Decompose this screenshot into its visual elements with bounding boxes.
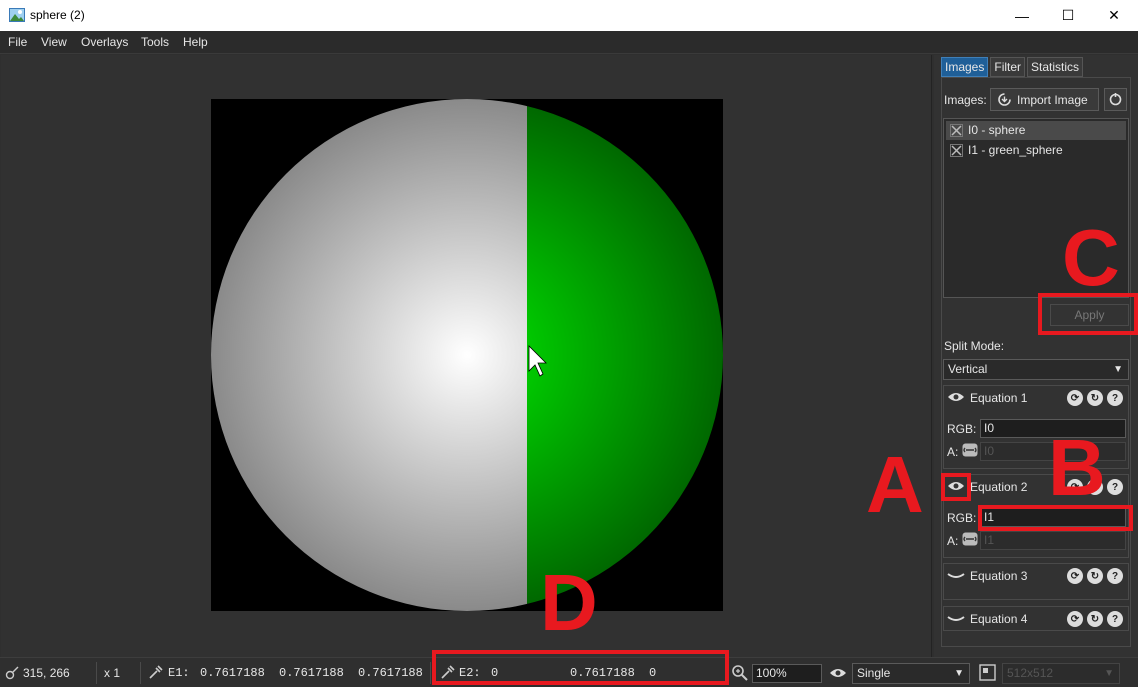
menu-view[interactable]: View <box>41 35 67 49</box>
image-list-item-label: I0 - sphere <box>968 123 1026 137</box>
equation-3-title: Equation 3 <box>970 569 1028 583</box>
annotation-label-a: A <box>866 440 924 529</box>
import-image-button[interactable]: Import Image <box>990 88 1099 111</box>
eye-closed-icon[interactable] <box>947 612 965 624</box>
chevron-down-icon: ▼ <box>954 668 964 679</box>
reload-icon[interactable]: ⟳ <box>1067 390 1083 406</box>
import-icon[interactable]: ↻ <box>1087 568 1103 584</box>
annotation-label-b: B <box>1048 423 1106 512</box>
menu-overlays[interactable]: Overlays <box>81 35 128 49</box>
e1-value-b: 0.7617188 <box>358 666 423 680</box>
alpha-label: A: <box>947 445 959 459</box>
import-icon[interactable]: ↻ <box>1087 390 1103 406</box>
display-mode-value: Single <box>857 666 891 680</box>
cursor-position-icon <box>5 666 19 680</box>
help-icon[interactable]: ? <box>1107 611 1123 627</box>
e1-value-g: 0.7617188 <box>279 666 344 680</box>
equation-4-header: Equation 4 ⟳ ↻ ? <box>944 607 1128 631</box>
e1-label: E1: <box>168 666 190 680</box>
zoom-input[interactable]: 100% <box>752 664 822 683</box>
divider <box>430 662 431 684</box>
eye-closed-icon[interactable] <box>947 569 965 581</box>
zoom-icon <box>732 665 748 681</box>
reload-images-button[interactable] <box>1104 88 1127 111</box>
close-button[interactable]: ✕ <box>1091 0 1137 31</box>
image-list-item-label: I1 - green_sphere <box>968 143 1063 157</box>
image-list-item[interactable]: I0 - sphere <box>946 121 1126 140</box>
equation-4-title: Equation 4 <box>970 612 1028 626</box>
remove-image-icon[interactable] <box>950 144 963 157</box>
pixel-scale: x 1 <box>104 666 121 680</box>
equation-2-title: Equation 2 <box>970 480 1028 494</box>
tab-images[interactable]: Images <box>941 57 989 77</box>
app-icon <box>9 8 25 22</box>
equation-4-panel: Equation 4 ⟳ ↻ ? <box>943 606 1129 631</box>
panel-tabs: Images Filter Statistics <box>941 57 1084 77</box>
resolution-value: 512x512 <box>1007 666 1054 680</box>
image-list-item[interactable]: I1 - green_sphere <box>946 141 1126 160</box>
rgb-label: RGB: <box>947 422 977 436</box>
images-label: Images: <box>944 93 987 107</box>
split-mode-value: Vertical <box>948 362 988 376</box>
reload-icon[interactable]: ⟳ <box>1067 611 1083 627</box>
annotation-box-a <box>941 473 971 501</box>
resolution-icon <box>979 664 996 681</box>
split-mode-select[interactable]: Vertical ▼ <box>943 359 1129 380</box>
chevron-down-icon: ▼ <box>1113 364 1123 375</box>
link-icon[interactable] <box>962 532 978 546</box>
resolution-select[interactable]: 512x512 ▼ <box>1002 663 1120 684</box>
eye-icon <box>830 669 846 677</box>
reload-icon[interactable]: ⟳ <box>1067 568 1083 584</box>
cursor-coords: 315, 266 <box>23 666 70 680</box>
import-icon[interactable]: ↻ <box>1087 611 1103 627</box>
minimize-button[interactable]: — <box>999 0 1045 31</box>
menu-file[interactable]: File <box>8 35 27 49</box>
rgb-label: RGB: <box>947 511 977 525</box>
split-mode-label: Split Mode: <box>944 339 1005 353</box>
annotation-label-d: D <box>540 558 598 647</box>
window-title: sphere (2) <box>30 8 85 22</box>
menu-help[interactable]: Help <box>183 35 208 49</box>
equation-1-title: Equation 1 <box>970 391 1028 405</box>
import-image-label: Import Image <box>1017 92 1088 107</box>
tab-statistics[interactable]: Statistics <box>1027 57 1084 77</box>
menu-bar: File View Overlays Tools Help <box>0 31 1138 54</box>
e1-value-r: 0.7617188 <box>200 666 265 680</box>
chevron-down-icon: ▼ <box>1104 668 1114 679</box>
remove-image-icon[interactable] <box>950 124 963 137</box>
help-icon[interactable]: ? <box>1107 479 1123 495</box>
equation-3-panel: Equation 3 ⟳ ↻ ? <box>943 563 1129 600</box>
help-icon[interactable]: ? <box>1107 390 1123 406</box>
link-icon[interactable] <box>962 443 978 457</box>
annotation-label-c: C <box>1062 213 1120 302</box>
help-icon[interactable]: ? <box>1107 568 1123 584</box>
tab-filter[interactable]: Filter <box>990 57 1026 77</box>
eyedropper-icon <box>149 665 163 679</box>
right-panel: Images Filter Statistics Images: Import … <box>934 55 1138 657</box>
equation-2-alpha-input[interactable]: I1 <box>980 531 1126 550</box>
eye-icon[interactable] <box>947 390 965 404</box>
image-canvas[interactable] <box>211 99 723 611</box>
display-mode-select[interactable]: Single ▼ <box>852 663 970 684</box>
title-bar: sphere (2) — ☐ ✕ <box>0 0 1138 31</box>
equation-1-header: Equation 1 ⟳ ↻ ? <box>944 386 1128 410</box>
import-icon <box>998 93 1011 106</box>
divider <box>140 662 141 684</box>
maximize-button[interactable]: ☐ <box>1045 0 1091 31</box>
reload-icon <box>1109 93 1122 106</box>
equation-3-header: Equation 3 ⟳ ↻ ? <box>944 564 1128 588</box>
alpha-label: A: <box>947 534 959 548</box>
divider <box>96 662 97 684</box>
image-viewport[interactable] <box>1 55 932 657</box>
menu-tools[interactable]: Tools <box>141 35 169 49</box>
annotation-box-d <box>432 650 729 685</box>
